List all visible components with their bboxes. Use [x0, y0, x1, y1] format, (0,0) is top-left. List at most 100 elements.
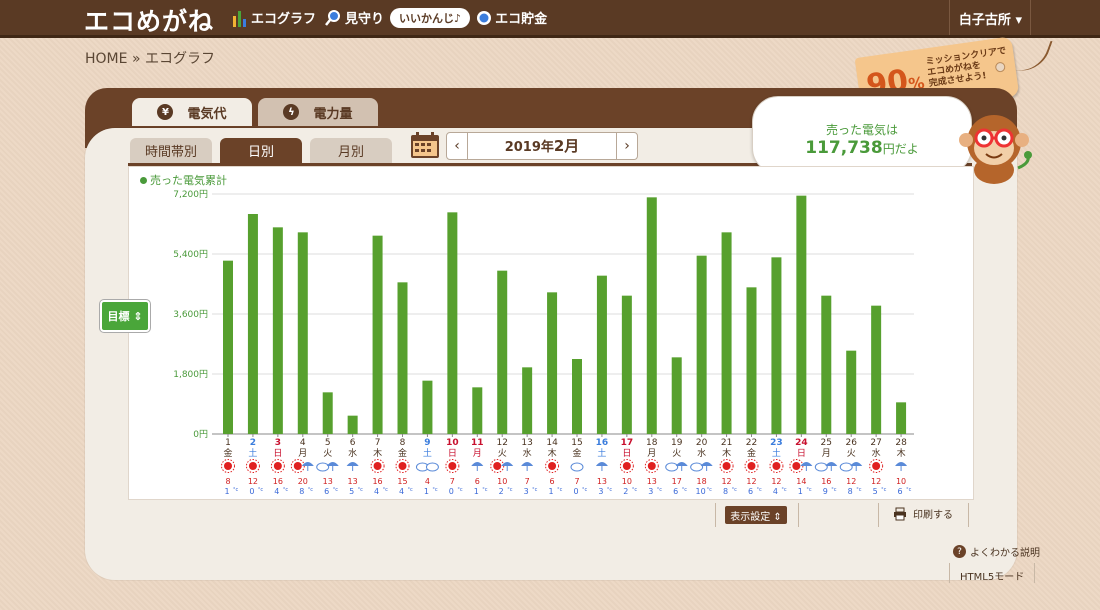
x-tick-label: 3 — [275, 438, 281, 448]
degree-mark: °c — [657, 487, 663, 493]
temp-high: 7 — [450, 477, 455, 486]
bar — [347, 415, 358, 434]
temp-high: 13 — [597, 477, 607, 486]
tab-monthly[interactable]: 月別 — [310, 138, 392, 163]
nav-eco-savings[interactable]: エコ貯金 — [476, 8, 547, 27]
degree-mark: °c — [482, 487, 488, 493]
status-bubble: いいかんじ♪ — [390, 7, 471, 28]
temp-low: 3 — [648, 487, 653, 496]
main-nav: エコグラフ 見守り いいかんじ♪ エコ貯金 — [232, 0, 555, 35]
temp-low: 2 — [499, 487, 504, 496]
temp-low: 4 — [399, 487, 404, 496]
temp-high: 12 — [871, 477, 881, 486]
degree-mark: °c — [457, 487, 463, 493]
divider — [1034, 563, 1035, 583]
question-icon: ? — [953, 545, 966, 558]
bar — [272, 227, 283, 434]
tab-hourly[interactable]: 時間帯別 — [130, 138, 212, 163]
umbrella-icon — [346, 462, 359, 466]
html5-mode-link[interactable]: HTML5モード — [960, 568, 1024, 583]
temp-low: 1 — [224, 487, 229, 496]
x-tick-label: 25 — [821, 438, 832, 448]
degree-mark: °c — [906, 487, 912, 493]
temp-low: 8 — [723, 487, 728, 496]
weekday-label: 金 — [223, 447, 232, 459]
bar — [223, 260, 233, 434]
weekday-label: 木 — [373, 447, 382, 459]
print-button[interactable]: 印刷する — [893, 506, 953, 521]
tab-electricity-cost[interactable]: ¥ 電気代 — [132, 98, 252, 126]
x-tick-label: 4 — [300, 438, 306, 448]
x-tick-label: 10 — [446, 438, 459, 448]
sun-icon — [622, 462, 631, 470]
nav-mimamori[interactable]: 見守り — [324, 8, 384, 27]
bar — [572, 359, 582, 434]
goal-button[interactable]: 目標 ⇕ — [100, 300, 150, 332]
sold-electricity-bubble: 売った電気は 117,738円だよ — [752, 96, 972, 174]
sun-icon — [647, 462, 656, 470]
x-tick-label: 22 — [746, 438, 757, 448]
temp-low: 1 — [424, 487, 429, 496]
help-link[interactable]: ? よくわかる説明 — [953, 544, 1040, 559]
weekday-label: 火 — [498, 448, 507, 459]
nav-mimamori-label: 見守り — [345, 12, 385, 27]
degree-mark: °c — [881, 487, 887, 493]
display-settings-button[interactable]: 表示設定 ⇕ — [725, 506, 787, 524]
temp-low: 0 — [449, 487, 454, 496]
tab-electricity-amount[interactable]: ϟ 電力量 — [258, 98, 378, 126]
temp-low: 0 — [573, 487, 578, 496]
temp-high: 18 — [697, 477, 707, 486]
prev-month-button[interactable]: ‹ — [447, 138, 467, 154]
x-tick-label: 9 — [424, 438, 430, 448]
app-logo[interactable]: エコめがね — [84, 2, 214, 38]
cloud-icon — [665, 462, 679, 472]
temp-high: 14 — [796, 477, 806, 486]
weekday-label: 土 — [597, 447, 606, 459]
degree-mark: °c — [607, 487, 613, 493]
temp-high: 7 — [574, 477, 579, 486]
sun-icon — [398, 462, 407, 470]
temp-high: 12 — [846, 477, 856, 486]
cloud-icon — [425, 462, 439, 472]
temp-low: 3 — [524, 487, 529, 496]
degree-mark: °c — [757, 487, 763, 493]
weekday-label: 日 — [448, 448, 457, 459]
temp-low: 4 — [773, 487, 778, 496]
weekday-label: 土 — [248, 447, 257, 459]
tab-daily[interactable]: 日別 — [220, 138, 302, 163]
x-tick-label: 28 — [895, 438, 907, 448]
sun-icon — [548, 462, 557, 470]
user-menu[interactable]: 白子古所 ▾ — [948, 0, 1032, 35]
next-month-button[interactable]: › — [617, 138, 637, 154]
current-month[interactable]: 2019年2月 — [467, 133, 617, 159]
date-picker: ‹ 2019年2月 › — [446, 132, 638, 160]
x-tick-label: 7 — [375, 438, 381, 448]
temp-low: 5 — [873, 487, 878, 496]
bar — [447, 212, 458, 434]
user-name: 白子古所 — [958, 13, 1011, 28]
degree-mark: °c — [806, 487, 812, 493]
bar — [372, 235, 383, 434]
y-tick-label: 5,400円 — [173, 249, 208, 260]
temp-high: 4 — [425, 477, 430, 486]
degree-mark: °c — [557, 487, 563, 493]
breadcrumb: HOME » エコグラフ — [85, 48, 215, 68]
chevron-down-icon: ▾ — [1015, 13, 1022, 28]
x-tick-label: 26 — [845, 438, 857, 448]
temp-high: 12 — [746, 477, 756, 486]
degree-mark: °c — [632, 487, 638, 493]
y-tick-label: 0円 — [193, 429, 208, 440]
breadcrumb-home[interactable]: HOME — [85, 51, 127, 67]
cloud-icon — [690, 462, 704, 472]
sun-icon — [248, 462, 257, 470]
x-tick-label: 16 — [596, 438, 609, 448]
y-tick-label: 7,200円 — [173, 189, 208, 200]
weekday-label: 月 — [647, 448, 656, 459]
nav-eco-graph[interactable]: エコグラフ — [232, 8, 316, 28]
temp-low: 6 — [748, 487, 753, 496]
temp-low: 3 — [598, 487, 603, 496]
calendar-icon[interactable] — [410, 131, 440, 159]
temp-high: 10 — [896, 477, 906, 486]
x-tick-label: 13 — [521, 438, 532, 448]
weekday-label: 日 — [622, 448, 631, 459]
